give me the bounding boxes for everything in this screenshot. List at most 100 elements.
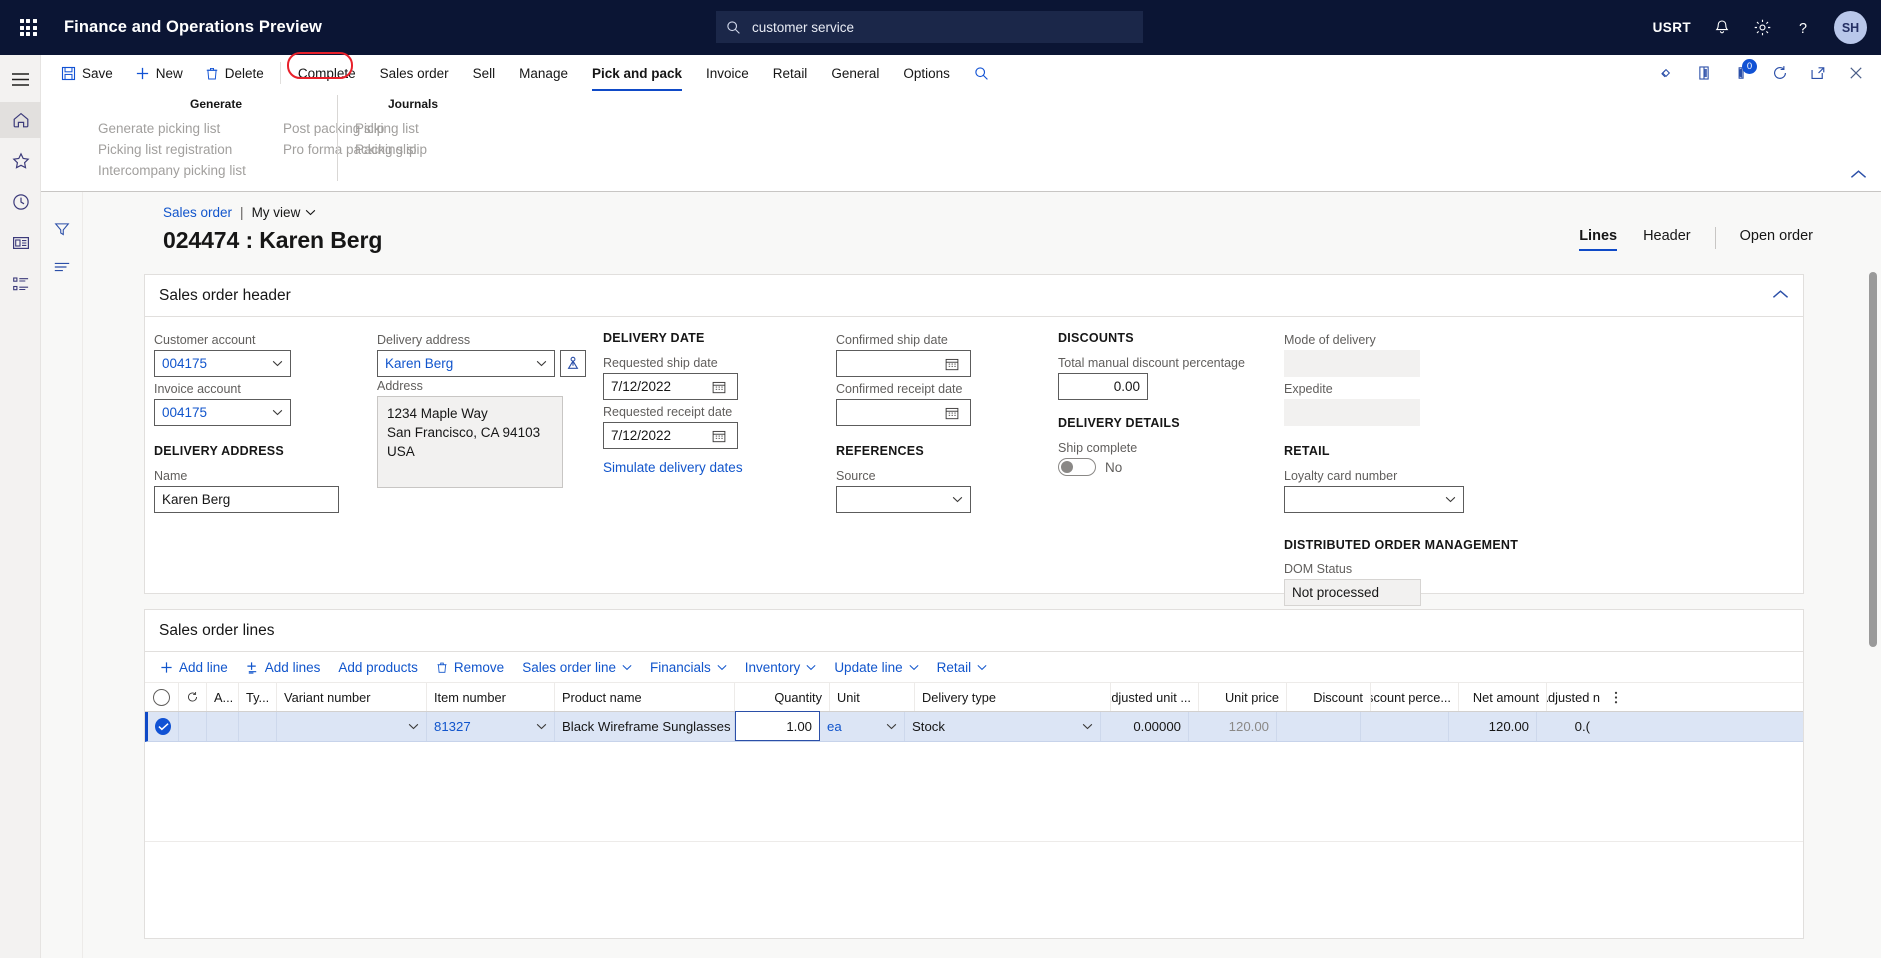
tab-manage[interactable]: Manage	[507, 55, 580, 91]
tab-sales-order[interactable]: Sales order	[368, 55, 461, 91]
grid-header-delivery-type[interactable]: Delivery type	[915, 683, 1111, 711]
new-button[interactable]: New	[124, 55, 194, 91]
packing-slip-journal-item[interactable]: Packing slip	[353, 141, 473, 158]
close-icon[interactable]	[1847, 64, 1865, 82]
generate-picking-list-item[interactable]: Generate picking list	[96, 120, 221, 137]
mode-of-delivery-input[interactable]	[1284, 350, 1420, 377]
question-mark-icon[interactable]: ?	[1794, 19, 1812, 37]
refresh-icon[interactable]	[1771, 64, 1789, 82]
grid-header-net-amount[interactable]: Net amount	[1459, 683, 1547, 711]
chevron-down-icon[interactable]	[536, 723, 547, 730]
map-pin-icon[interactable]	[560, 350, 586, 377]
favorites-star-icon[interactable]	[0, 143, 41, 179]
tab-lines[interactable]: Lines	[1566, 228, 1630, 251]
grid-header-attachments[interactable]: A...	[207, 683, 239, 711]
home-icon[interactable]	[0, 102, 41, 138]
tab-header[interactable]: Header	[1630, 228, 1704, 248]
row-attachments-cell[interactable]	[207, 712, 239, 741]
inventory-menu[interactable]: Inventory	[736, 655, 826, 680]
tab-options[interactable]: Options	[891, 55, 962, 91]
grid-header-quantity[interactable]: Quantity	[735, 683, 830, 711]
search-input[interactable]	[750, 18, 1133, 36]
calendar-icon[interactable]	[708, 429, 730, 443]
view-selector[interactable]: My view	[252, 205, 317, 220]
confirmed-receipt-date-input[interactable]	[836, 399, 971, 426]
financials-menu[interactable]: Financials	[641, 655, 736, 680]
chevron-up-icon[interactable]	[1772, 288, 1789, 303]
grid-header-unit[interactable]: Unit	[830, 683, 915, 711]
add-lines-button[interactable]: Add lines	[237, 655, 330, 680]
ship-complete-toggle[interactable]	[1058, 458, 1096, 476]
intercompany-picking-list-item[interactable]: Intercompany picking list	[96, 162, 246, 179]
sales-order-line-menu[interactable]: Sales order line	[513, 655, 641, 680]
grid-header-unit-price[interactable]: Unit price	[1199, 683, 1287, 711]
chevron-down-icon[interactable]	[886, 723, 897, 730]
chevron-down-icon[interactable]	[1082, 723, 1093, 730]
row-type-cell[interactable]	[239, 712, 277, 741]
row-item-number-cell[interactable]: 81327	[427, 712, 555, 741]
calendar-icon[interactable]	[708, 380, 730, 394]
delivery-address-input[interactable]: Karen Berg	[377, 350, 555, 377]
grid-header-select-all[interactable]	[145, 683, 179, 711]
row-delivery-type-cell[interactable]: Stock	[905, 712, 1101, 741]
row-product-name-cell[interactable]: Black Wireframe Sunglasses	[555, 712, 735, 741]
row-adjusted-net-cell[interactable]: 0.(	[1537, 712, 1597, 741]
customer-account-input[interactable]: 004175	[154, 350, 291, 377]
requested-ship-date-input[interactable]: 7/12/2022	[603, 373, 738, 400]
tab-retail[interactable]: Retail	[761, 55, 820, 91]
grid-header-discount[interactable]: Discount	[1287, 683, 1371, 711]
avatar[interactable]: SH	[1834, 11, 1867, 44]
tab-invoice[interactable]: Invoice	[694, 55, 761, 91]
delete-button[interactable]: Delete	[194, 55, 275, 91]
row-unit-price-cell[interactable]: 120.00	[1189, 712, 1277, 741]
tab-complete[interactable]: Complete	[286, 52, 368, 91]
modules-list-icon[interactable]	[0, 266, 41, 302]
total-manual-discount-input[interactable]: 0.00	[1058, 373, 1148, 400]
chevron-down-icon[interactable]	[266, 409, 288, 416]
calendar-icon[interactable]	[941, 406, 963, 420]
list-lines-icon[interactable]	[41, 248, 83, 286]
row-net-amount-cell[interactable]: 120.00	[1449, 712, 1537, 741]
scrollbar-thumb[interactable]	[1869, 272, 1877, 647]
expedite-input[interactable]	[1284, 399, 1420, 426]
calendar-icon[interactable]	[941, 357, 963, 371]
filter-icon[interactable]	[41, 210, 83, 248]
update-line-menu[interactable]: Update line	[825, 655, 927, 680]
tab-open-order[interactable]: Open order	[1727, 228, 1826, 248]
grid-header-variant-number[interactable]: Variant number	[277, 683, 427, 711]
grid-header-product-name[interactable]: Product name	[555, 683, 735, 711]
row-unit-cell[interactable]: ea	[820, 712, 905, 741]
simulate-delivery-dates-link[interactable]: Simulate delivery dates	[603, 460, 743, 475]
add-products-button[interactable]: Add products	[329, 655, 427, 680]
open-in-new-window-icon[interactable]	[1809, 64, 1827, 82]
recent-clock-icon[interactable]	[0, 184, 41, 220]
grid-header-adjusted-net[interactable]: Adjusted n	[1547, 683, 1607, 711]
remove-button[interactable]: Remove	[427, 655, 513, 680]
workspaces-icon[interactable]	[0, 225, 41, 261]
content-vertical-scrollbar[interactable]	[1867, 272, 1879, 892]
picking-list-journal-item[interactable]: Picking list	[353, 120, 473, 137]
chevron-down-icon[interactable]	[1439, 496, 1461, 503]
table-row[interactable]: 81327 Black Wireframe Sunglasses 1.00 ea	[145, 711, 1803, 742]
source-input[interactable]	[836, 486, 971, 513]
grid-header-refresh[interactable]	[179, 683, 207, 711]
confirmed-ship-date-input[interactable]	[836, 350, 971, 377]
hamburger-menu-icon[interactable]	[0, 61, 41, 97]
picking-list-registration-item[interactable]: Picking list registration	[96, 141, 232, 158]
tab-sell[interactable]: Sell	[461, 55, 508, 91]
add-line-button[interactable]: Add line	[151, 655, 237, 680]
grid-header-item-number[interactable]: Item number	[427, 683, 555, 711]
requested-receipt-date-input[interactable]: 7/12/2022	[603, 422, 738, 449]
bell-icon[interactable]	[1713, 19, 1731, 37]
row-select-checkbox[interactable]	[148, 712, 179, 741]
row-adjusted-unit-cell[interactable]: 0.00000	[1101, 712, 1189, 741]
chevron-down-icon[interactable]	[266, 360, 288, 367]
invoice-account-input[interactable]: 004175	[154, 399, 291, 426]
tab-general[interactable]: General	[819, 55, 891, 91]
relationships-icon[interactable]	[1657, 64, 1675, 82]
chevron-down-icon[interactable]	[530, 360, 552, 367]
loyalty-card-number-input[interactable]	[1284, 486, 1464, 513]
app-launcher-icon[interactable]	[0, 0, 56, 55]
tab-pick-and-pack[interactable]: Pick and pack	[580, 55, 694, 91]
ribbon-search-icon[interactable]	[962, 55, 1001, 91]
